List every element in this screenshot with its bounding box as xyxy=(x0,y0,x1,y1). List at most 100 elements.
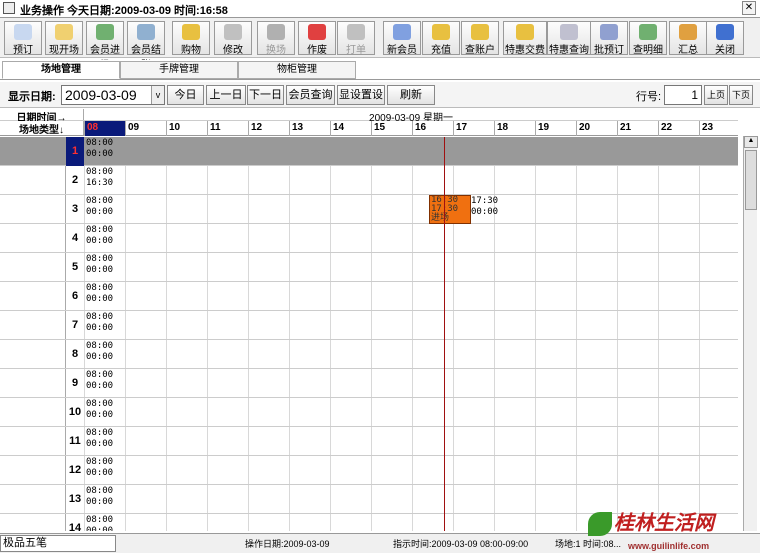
table-row[interactable]: 10 08:00 00:00 xyxy=(0,398,738,427)
toolbar-button-16[interactable]: 汇总 xyxy=(669,21,707,56)
venue-type-header-label: 场地类型↓ xyxy=(0,121,84,136)
toolbar-button-8[interactable]: 打单 xyxy=(337,21,375,56)
tab-wristband-management[interactable]: 手牌管理 xyxy=(120,61,238,79)
table-row[interactable]: 1 08:00 00:00 xyxy=(0,137,738,166)
date-picker[interactable]: 2009-03-09 v xyxy=(61,85,165,105)
table-row[interactable]: 3 08:00 00:00 xyxy=(0,195,738,224)
row-number: 6 xyxy=(71,290,79,302)
row-start-time: 08:00 xyxy=(86,486,114,496)
table-row[interactable]: 4 08:00 00:00 xyxy=(0,224,738,253)
row-number-input[interactable]: 1 xyxy=(664,85,702,105)
row-end-time: 00:00 xyxy=(86,497,114,507)
table-row[interactable]: 11 08:00 00:00 xyxy=(0,427,738,456)
tab-locker-management[interactable]: 物柜管理 xyxy=(238,61,356,79)
toolbar-button-5[interactable]: 修改 xyxy=(214,21,252,56)
next-page-button[interactable]: 下页 xyxy=(729,85,753,105)
shopping-icon xyxy=(182,24,200,40)
date-bar: 显示日期: 2009-03-09 v 今日 上一日 下一日 会员查询 显设置设 … xyxy=(0,82,760,108)
toolbar-button-9[interactable]: 新会员 xyxy=(383,21,421,56)
toolbar-button-7[interactable]: 作废 xyxy=(298,21,336,56)
row-times: 08:00 00:00 xyxy=(86,225,113,247)
hour-header: 21 xyxy=(617,121,658,136)
toolbar-button-10[interactable]: 充值 xyxy=(422,21,460,56)
recharge-icon xyxy=(432,24,450,40)
row-start-time: 08:00 xyxy=(86,457,114,467)
tab-bar: 场地管理 手牌管理 物柜管理 xyxy=(0,60,760,80)
next-day-button[interactable]: 下一日 xyxy=(247,85,284,105)
table-row[interactable]: 9 08:00 00:00 xyxy=(0,369,738,398)
scroll-thumb[interactable] xyxy=(745,150,757,210)
hour-header: 16 xyxy=(412,121,453,136)
table-row[interactable]: 8 08:00 00:00 xyxy=(0,340,738,369)
member-query-button[interactable]: 会员查询 xyxy=(286,85,335,105)
close-window-button[interactable]: ✕ xyxy=(742,1,756,15)
row-start-time: 08:00 xyxy=(86,341,114,351)
grid-header-date: 日期时间→ 2009-03-09 星期一 xyxy=(0,109,738,124)
toolbar-button-0[interactable]: 预订 xyxy=(4,21,42,56)
hour-header: 14 xyxy=(330,121,371,136)
today-button[interactable]: 今日 xyxy=(167,85,204,105)
member-enter-icon xyxy=(96,24,114,40)
hour-header: 22 xyxy=(658,121,699,136)
row-times: 08:00 00:00 xyxy=(86,254,113,276)
row-times: 08:00 00:00 xyxy=(86,341,113,363)
table-row[interactable]: 6 08:00 00:00 xyxy=(0,282,738,311)
toolbar-button-12[interactable]: 特惠交费 xyxy=(503,21,547,56)
watermark-url: www.guilinlife.com xyxy=(628,541,710,551)
account-icon xyxy=(471,24,489,40)
toolbar-button-13[interactable]: 特惠查询 xyxy=(547,21,591,56)
toolbar: 预订 现开场会员进场会员结账 购物 修改 换场 作废 打单 新会员 充值 查账户特惠交费特惠查询批… xyxy=(0,18,760,71)
row-end-time: 00:00 xyxy=(86,294,114,304)
row-end-time: 00:00 xyxy=(86,236,114,246)
row-number: 13 xyxy=(68,493,82,505)
row-end-time: 00:00 xyxy=(86,352,114,362)
scroll-up-icon[interactable]: ▲ xyxy=(744,136,758,148)
toolbar-button-17[interactable]: 关闭 xyxy=(706,21,744,56)
display-settings-button[interactable]: 显设置设 xyxy=(337,85,385,105)
row-end-time: 00:00 xyxy=(86,526,114,531)
ime-indicator[interactable]: 极品五笔 xyxy=(0,535,116,552)
row-number: 1 xyxy=(66,137,84,166)
tab-venue-management[interactable]: 场地管理 xyxy=(2,61,120,79)
row-start-time: 08:00 xyxy=(86,225,114,235)
toolbar-button-11[interactable]: 查账户 xyxy=(461,21,499,56)
close-arrow-icon xyxy=(716,24,734,40)
toolbar-button-1[interactable]: 现开场 xyxy=(45,21,83,56)
row-number: 5 xyxy=(71,261,79,273)
table-row[interactable]: 7 08:00 00:00 xyxy=(0,311,738,340)
batch-booking-icon xyxy=(600,24,618,40)
row-times: 08:00 00:00 xyxy=(86,457,113,479)
table-row[interactable]: 13 08:00 00:00 xyxy=(0,485,738,514)
previous-day-button[interactable]: 上一日 xyxy=(206,85,246,105)
toolbar-button-label: 预订 xyxy=(13,45,33,56)
next-start: 17:30 xyxy=(471,196,499,206)
toolbar-button-label: 修改 xyxy=(223,45,243,56)
site-watermark: 桂林生活网 www.guilinlife.com xyxy=(588,512,758,551)
refresh-button[interactable]: 刷新 xyxy=(387,85,435,105)
operation-date: 操作日期:2009-03-09 xyxy=(245,539,330,549)
toolbar-button-6[interactable]: 换场 xyxy=(257,21,295,56)
title-bar: 业务操作 今天日期:2009-03-09 时间:16:58 ✕ xyxy=(0,0,760,18)
toolbar-button-label: 充值 xyxy=(431,45,451,56)
toolbar-button-2[interactable]: 会员进场 xyxy=(86,21,124,71)
previous-page-button[interactable]: 上页 xyxy=(704,85,728,105)
table-row[interactable]: 5 08:00 00:00 xyxy=(0,253,738,282)
row-start-time: 08:00 xyxy=(86,515,114,525)
booking-block[interactable]: 16:3017:30进场 xyxy=(429,195,471,224)
toolbar-button-3[interactable]: 会员结账 xyxy=(127,21,165,71)
document-icon xyxy=(14,24,32,40)
date-time-header-label: 日期时间→ xyxy=(0,109,84,124)
row-number: 2 xyxy=(71,174,79,186)
chevron-down-icon[interactable]: v xyxy=(151,86,164,104)
watermark-text: 桂林生活网 xyxy=(614,512,714,535)
vertical-scrollbar[interactable]: ▲ xyxy=(743,136,758,531)
toolbar-button-15[interactable]: 查明细 xyxy=(629,21,667,56)
table-row[interactable]: 2 08:00 16:30 xyxy=(0,166,738,195)
toolbar-button-14[interactable]: 批预订 xyxy=(590,21,628,56)
cancel-x-icon xyxy=(308,24,326,40)
table-row[interactable]: 12 08:00 00:00 xyxy=(0,456,738,485)
row-start-time: 08:00 xyxy=(86,312,114,322)
row-number: 10 xyxy=(68,406,82,418)
hour-header: 19 xyxy=(535,121,576,136)
toolbar-button-4[interactable]: 购物 xyxy=(172,21,210,56)
